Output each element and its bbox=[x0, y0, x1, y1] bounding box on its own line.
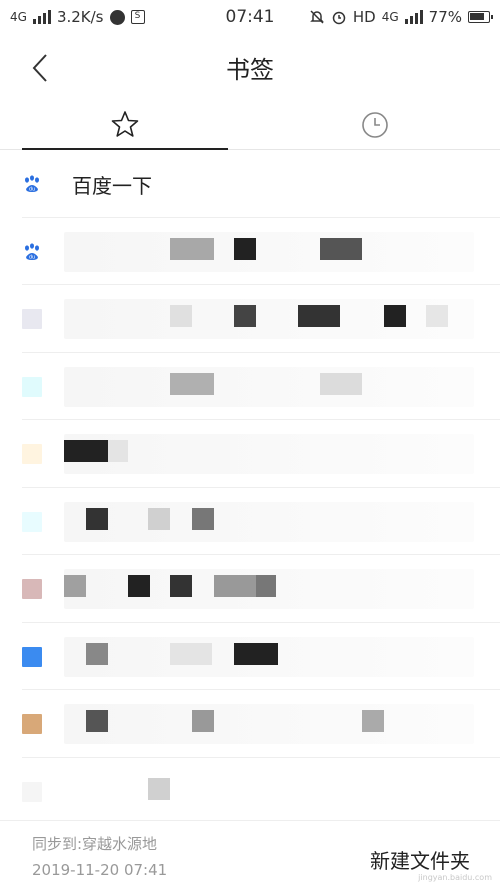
redaction-block bbox=[426, 305, 448, 327]
baidu-paw-icon: du bbox=[25, 175, 39, 193]
header: 书签 bbox=[0, 36, 500, 100]
redaction-block bbox=[234, 642, 278, 665]
sync-target-label: 同步到:穿越水源地 bbox=[32, 835, 158, 853]
alarm-icon bbox=[332, 11, 346, 25]
baidu-paw-icon: du bbox=[25, 242, 39, 260]
redaction-block bbox=[384, 305, 406, 327]
favicon bbox=[22, 646, 42, 667]
favicon bbox=[22, 444, 42, 464]
redaction-block bbox=[148, 507, 170, 530]
redaction-block bbox=[192, 507, 214, 530]
tab-bookmarks[interactable] bbox=[22, 100, 228, 150]
bookmark-item[interactable] bbox=[22, 488, 500, 555]
page-title: 书签 bbox=[226, 56, 274, 84]
signal-icon-right bbox=[404, 10, 423, 24]
clock-icon bbox=[362, 112, 388, 138]
redacted-title bbox=[64, 231, 474, 272]
redaction-block bbox=[256, 575, 276, 597]
bookmark-item[interactable] bbox=[22, 285, 500, 353]
sync-time: 2019-11-20 07:41 bbox=[32, 861, 168, 879]
redacted-title bbox=[64, 704, 474, 744]
redacted-title bbox=[64, 366, 474, 407]
watermark: jingyan.baidu.com bbox=[418, 873, 492, 882]
redaction-block bbox=[362, 710, 384, 732]
redaction-block bbox=[234, 305, 256, 327]
favicon bbox=[22, 781, 42, 802]
redaction-block bbox=[64, 575, 86, 597]
redaction-block bbox=[170, 237, 214, 260]
favicon bbox=[22, 309, 42, 329]
tab-history[interactable] bbox=[272, 100, 478, 150]
bookmark-item[interactable] bbox=[22, 420, 500, 488]
redaction-block bbox=[128, 575, 150, 597]
battery-icon bbox=[468, 11, 493, 23]
redaction-block bbox=[86, 710, 108, 732]
bookmark-item[interactable] bbox=[22, 690, 500, 758]
redaction-block bbox=[320, 237, 362, 260]
new-folder-button[interactable]: 新建文件夹 bbox=[370, 845, 470, 874]
bookmark-item[interactable] bbox=[22, 758, 500, 825]
redaction-block bbox=[86, 642, 108, 665]
chevron-left-icon bbox=[32, 54, 47, 82]
redaction-block bbox=[86, 507, 108, 530]
favicon bbox=[22, 714, 42, 734]
footer-bar: 同步到:穿越水源地 2019-11-20 07:41 新建文件夹 jingyan… bbox=[0, 820, 500, 889]
status-bar: 4G 3.2K/s S 07:41 HD 4G 77% bbox=[0, 0, 500, 36]
svg-text:du: du bbox=[29, 254, 35, 260]
redacted-title bbox=[64, 299, 474, 339]
redaction-block bbox=[148, 777, 170, 800]
favicon bbox=[22, 376, 42, 397]
mute-bell-icon bbox=[310, 10, 324, 24]
network-type-right: 4G bbox=[381, 10, 399, 24]
bookmark-item[interactable] bbox=[22, 353, 500, 420]
bookmark-item[interactable]: du bbox=[22, 218, 500, 285]
bookmark-item[interactable]: du 百度一下 bbox=[22, 150, 500, 218]
bookmark-title: 百度一下 bbox=[72, 174, 152, 198]
battery-level: 77% bbox=[428, 8, 462, 26]
redaction-block bbox=[170, 575, 192, 597]
redaction-block bbox=[170, 372, 214, 395]
bookmark-item[interactable] bbox=[22, 555, 500, 623]
status-right: HD 4G 77% bbox=[309, 8, 493, 26]
redacted-title bbox=[64, 501, 474, 542]
favicon bbox=[22, 511, 42, 532]
redaction-block bbox=[170, 642, 212, 665]
redaction-block bbox=[192, 710, 214, 732]
bookmark-list: du 百度一下 du bbox=[0, 150, 500, 825]
back-button[interactable] bbox=[20, 48, 60, 88]
redaction-block bbox=[234, 237, 256, 260]
redaction-block bbox=[320, 372, 362, 395]
redaction-block bbox=[108, 440, 128, 462]
svg-text:du: du bbox=[29, 187, 35, 193]
redaction-block bbox=[214, 575, 256, 597]
tab-bar bbox=[0, 100, 500, 150]
hd-indicator: HD bbox=[352, 8, 376, 26]
redaction-block bbox=[170, 305, 192, 327]
bookmark-item[interactable] bbox=[22, 623, 500, 690]
redaction-block bbox=[64, 440, 108, 462]
favicon bbox=[22, 579, 42, 599]
redaction-block bbox=[298, 305, 340, 327]
star-icon bbox=[111, 111, 139, 137]
